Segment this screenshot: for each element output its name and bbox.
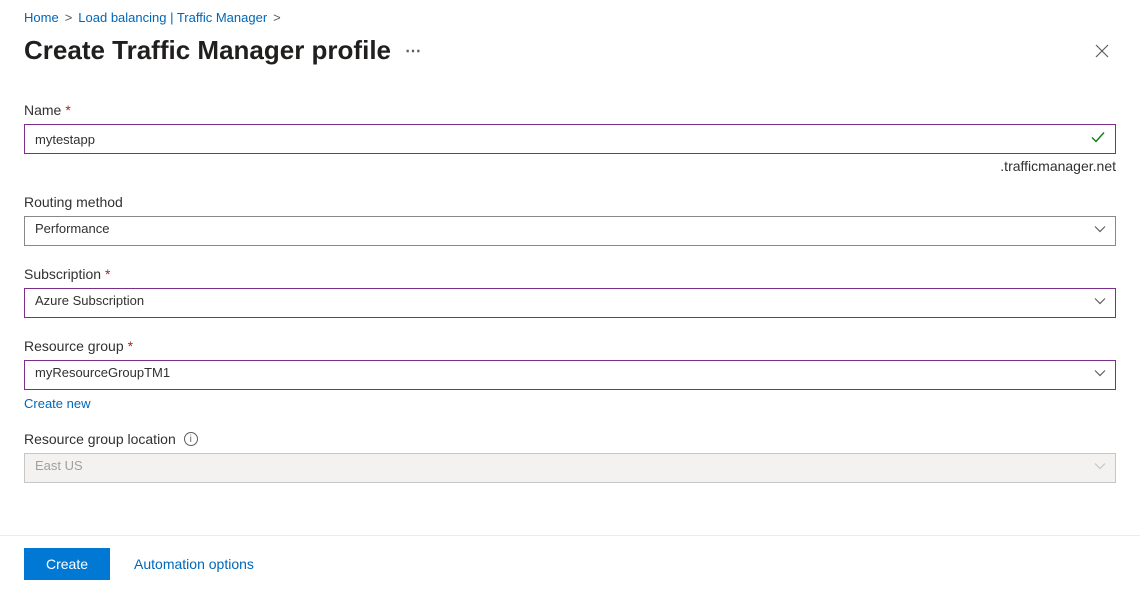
routing-label-text: Routing method <box>24 194 123 210</box>
location-label-text: Resource group location <box>24 431 176 447</box>
subscription-label-text: Subscription <box>24 266 101 282</box>
breadcrumb-sep: > <box>65 10 73 25</box>
required-star: * <box>65 102 70 118</box>
close-button[interactable] <box>1088 37 1116 65</box>
breadcrumb-lb[interactable]: Load balancing | Traffic Manager <box>78 10 267 25</box>
location-select: East US <box>24 453 1116 483</box>
location-label: Resource group location i <box>24 431 1116 447</box>
name-label-text: Name <box>24 102 61 118</box>
resource-group-label-text: Resource group <box>24 338 124 354</box>
breadcrumb-home[interactable]: Home <box>24 10 59 25</box>
location-select-value: East US <box>24 453 1116 483</box>
required-star: * <box>105 266 110 282</box>
create-button[interactable]: Create <box>24 548 110 580</box>
routing-select-value: Performance <box>24 216 1116 246</box>
breadcrumb-sep: > <box>273 10 281 25</box>
breadcrumb: Home > Load balancing | Traffic Manager … <box>24 10 1116 25</box>
subscription-label: Subscription * <box>24 266 1116 282</box>
close-icon <box>1094 43 1110 59</box>
more-actions-icon[interactable]: ⋯ <box>405 41 422 61</box>
name-label: Name * <box>24 102 1116 118</box>
page-title: Create Traffic Manager profile ⋯ <box>24 35 422 66</box>
routing-label: Routing method <box>24 194 1116 210</box>
automation-options-link[interactable]: Automation options <box>134 556 254 572</box>
resource-group-select[interactable]: myResourceGroupTM1 <box>24 360 1116 390</box>
subscription-select-value: Azure Subscription <box>24 288 1116 318</box>
create-new-link[interactable]: Create new <box>24 396 90 411</box>
check-icon <box>1090 130 1106 149</box>
name-suffix: .trafficmanager.net <box>24 158 1116 174</box>
footer: Create Automation options <box>0 535 1140 592</box>
info-icon[interactable]: i <box>184 432 198 446</box>
resource-group-label: Resource group * <box>24 338 1116 354</box>
routing-select[interactable]: Performance <box>24 216 1116 246</box>
page-title-text: Create Traffic Manager profile <box>24 35 391 66</box>
subscription-select[interactable]: Azure Subscription <box>24 288 1116 318</box>
name-input[interactable] <box>24 124 1116 154</box>
resource-group-select-value: myResourceGroupTM1 <box>24 360 1116 390</box>
required-star: * <box>128 338 133 354</box>
